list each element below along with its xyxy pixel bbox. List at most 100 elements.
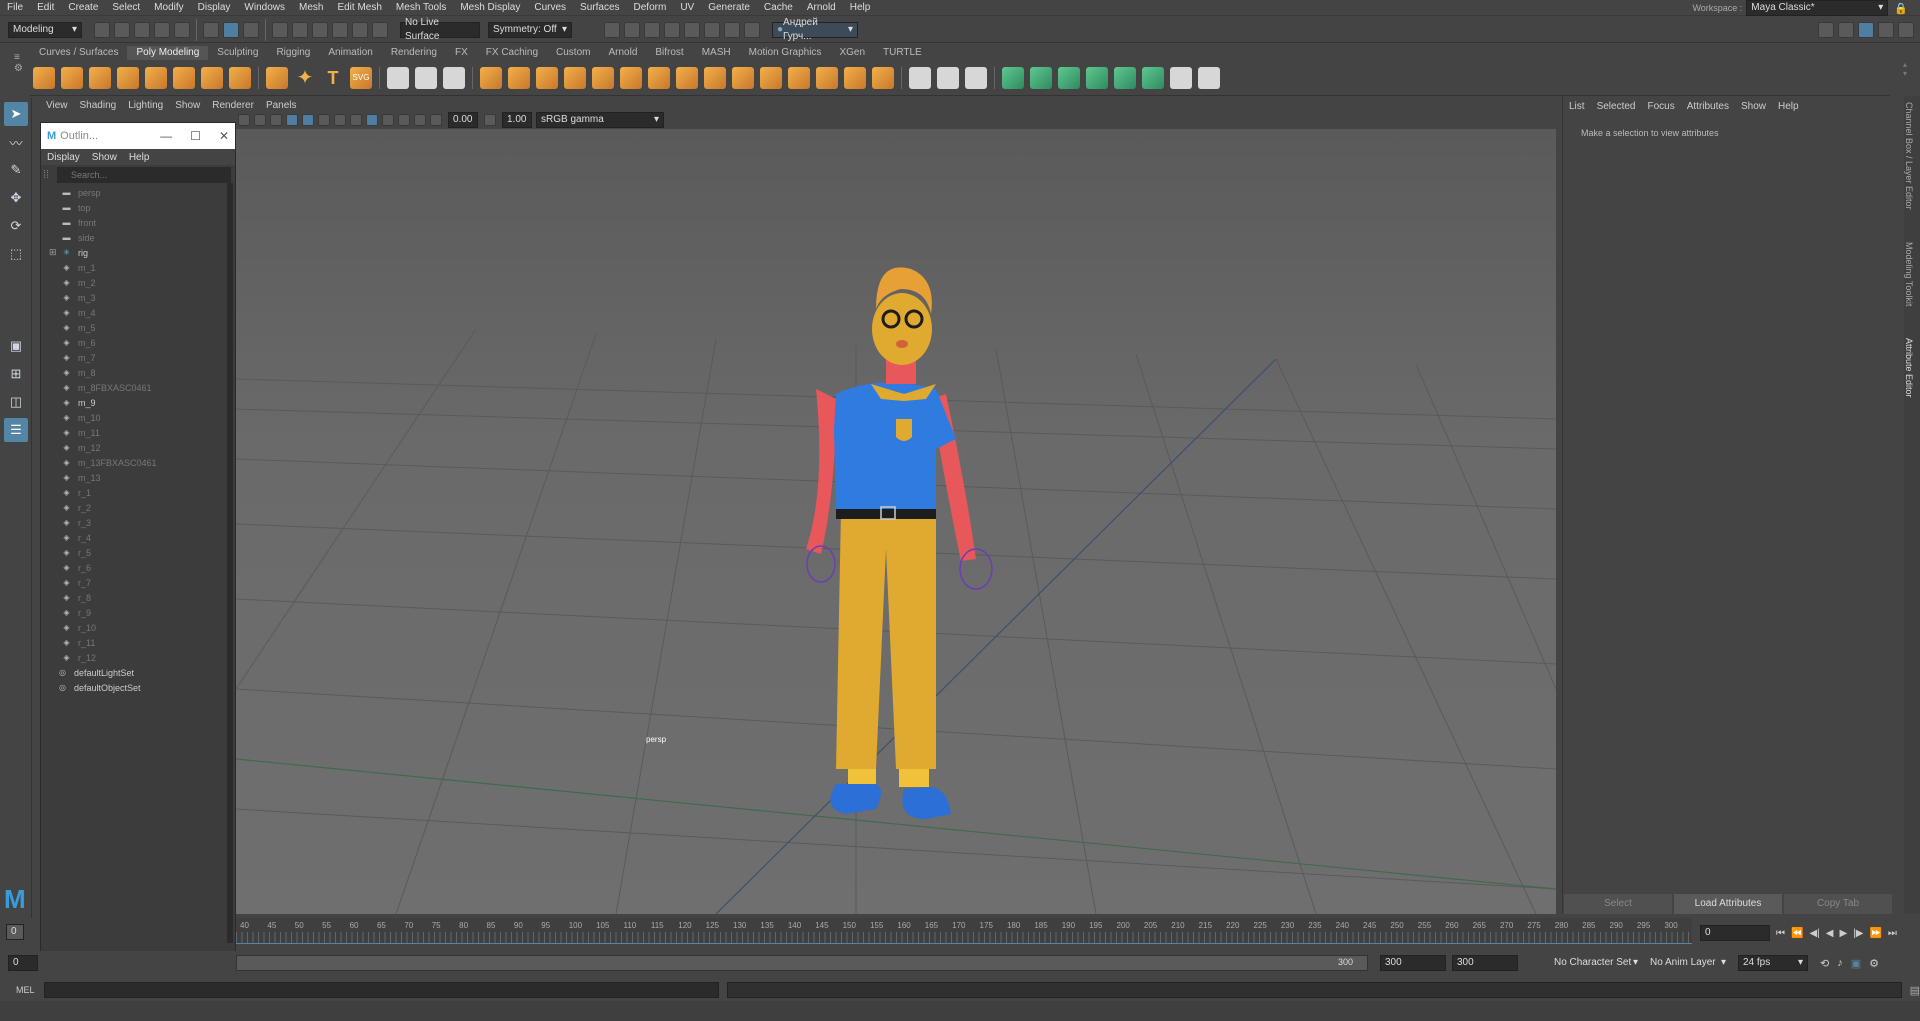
shelf-tab-arnold[interactable]: Arnold xyxy=(599,46,646,60)
menu-edit-mesh[interactable]: Edit Mesh xyxy=(330,0,388,16)
separate-icon[interactable] xyxy=(508,66,530,89)
hypershade-icon[interactable] xyxy=(684,21,700,38)
playback-end-field[interactable]: 300 xyxy=(1452,955,1518,971)
command-language-label[interactable]: MEL xyxy=(0,985,40,995)
outliner-item[interactable]: ◈ m_2 xyxy=(41,275,235,290)
delete-history-icon[interactable] xyxy=(1198,66,1220,89)
four-view-layout-icon[interactable]: ⊞ xyxy=(4,362,28,386)
quad-draw-icon[interactable] xyxy=(443,66,465,89)
outliner-item[interactable]: ◈ m_6 xyxy=(41,335,235,350)
color-space-dropdown[interactable]: sRGB gamma ▾ xyxy=(536,112,664,128)
extract-icon[interactable] xyxy=(536,66,558,89)
snap-curve-icon[interactable] xyxy=(292,21,308,38)
redo-icon[interactable] xyxy=(174,21,190,38)
start-frame-field[interactable]: 0 xyxy=(8,955,38,971)
target-weld-icon[interactable] xyxy=(965,66,987,89)
close-icon[interactable]: ✕ xyxy=(219,129,229,143)
menu-edit[interactable]: Edit xyxy=(30,0,61,16)
script-editor-icon[interactable]: ▤ xyxy=(1910,984,1920,997)
side-tab-modeling-toolkit[interactable]: Modeling Toolkit xyxy=(1904,236,1914,312)
exposure-field[interactable]: 0.00 xyxy=(448,112,478,128)
menu-mesh-tools[interactable]: Mesh Tools xyxy=(389,0,453,16)
play-back-icon[interactable]: ◀ xyxy=(1826,928,1834,939)
viewport-menu-panels[interactable]: Panels xyxy=(260,100,303,111)
outliner-item[interactable]: ◈ r_10 xyxy=(41,620,235,635)
isolate-select-icon[interactable] xyxy=(366,114,378,126)
shelf-tab-custom[interactable]: Custom xyxy=(547,46,599,60)
poly-cone-icon[interactable] xyxy=(117,66,139,89)
maximize-icon[interactable]: ☐ xyxy=(190,129,201,143)
type-text-icon[interactable]: T xyxy=(322,67,344,89)
snap-surface-icon[interactable] xyxy=(352,21,368,38)
step-back-icon[interactable]: ◀| xyxy=(1809,928,1819,939)
shelf-scroll-icon[interactable]: ▴ ▾ xyxy=(1903,60,1913,90)
viewport-menu-shading[interactable]: Shading xyxy=(74,100,123,111)
outliner-item[interactable]: ⊞ ✳ rig xyxy=(41,245,235,260)
menu-select[interactable]: Select xyxy=(105,0,147,16)
outliner-item[interactable]: ◈ r_3 xyxy=(41,515,235,530)
play-forward-icon[interactable]: ▶ xyxy=(1839,928,1847,939)
outliner-item[interactable]: ◈ m_13FBXASC0461 xyxy=(41,455,235,470)
select-hierarchy-icon[interactable] xyxy=(203,21,219,38)
shadows-icon[interactable] xyxy=(350,114,362,126)
attribute-editor-toggle-icon[interactable] xyxy=(1858,21,1874,38)
rotate-tool-icon[interactable]: ⟳ xyxy=(4,214,28,238)
shelf-tab-rigging[interactable]: Rigging xyxy=(267,46,319,60)
smooth-shade-icon[interactable] xyxy=(302,114,314,126)
super-shape-icon[interactable] xyxy=(266,66,288,89)
outliner-item[interactable]: ▬ front xyxy=(41,215,235,230)
fps-dropdown[interactable]: 24 fps ▾ xyxy=(1738,955,1808,971)
menu-cache[interactable]: Cache xyxy=(757,0,800,16)
step-back-key-icon[interactable]: ⏪ xyxy=(1791,928,1803,939)
smooth-icon[interactable] xyxy=(592,66,614,89)
command-input[interactable] xyxy=(43,982,720,998)
outliner-search-input[interactable]: Search... xyxy=(57,167,231,183)
side-by-side-layout-icon[interactable]: ◫ xyxy=(4,390,28,414)
make-live-icon[interactable] xyxy=(387,66,409,89)
outliner-item[interactable]: ◈ r_11 xyxy=(41,635,235,650)
outliner-item[interactable]: ◈ r_6 xyxy=(41,560,235,575)
bookmarks-icon[interactable] xyxy=(270,114,282,126)
attribute-menu-selected[interactable]: Selected xyxy=(1591,101,1642,112)
gamma-icon[interactable] xyxy=(484,114,496,126)
go-to-start-icon[interactable]: ⏮ xyxy=(1776,928,1785,939)
poly-torus-icon[interactable] xyxy=(145,66,167,89)
poly-cylinder-icon[interactable] xyxy=(89,66,111,89)
tool-settings-icon[interactable] xyxy=(1878,21,1894,38)
snap-grid-icon[interactable] xyxy=(272,21,288,38)
load-attributes-button[interactable]: Load Attributes xyxy=(1674,894,1782,914)
select-button[interactable]: Select xyxy=(1564,894,1672,914)
collapse-icon[interactable] xyxy=(872,66,894,89)
outliner-item[interactable]: ◈ m_9 xyxy=(41,395,235,410)
mode-dropdown[interactable]: Modeling ▾ xyxy=(8,21,82,38)
outliner-item[interactable]: ◎ defaultLightSet xyxy=(41,665,235,680)
outliner-item[interactable]: ◈ r_12 xyxy=(41,650,235,665)
bevel-icon[interactable] xyxy=(732,66,754,89)
select-object-icon[interactable] xyxy=(223,21,239,38)
outliner-item[interactable]: ◈ r_8 xyxy=(41,590,235,605)
attribute-menu-list[interactable]: List xyxy=(1563,101,1591,112)
outliner-item[interactable]: ◈ r_1 xyxy=(41,485,235,500)
time-slider[interactable]: 40 45 50 55 60 65 70 75 80 85 90 95 100 105 110 115 120 1… xyxy=(236,918,1692,944)
xray-icon[interactable] xyxy=(382,114,394,126)
outliner-item[interactable]: ◈ m_5 xyxy=(41,320,235,335)
render-settings-icon[interactable] xyxy=(664,21,680,38)
open-scene-icon[interactable] xyxy=(114,21,130,38)
channel-box-icon[interactable] xyxy=(1898,21,1914,38)
sweep-icon[interactable]: ✦ xyxy=(294,67,316,89)
render-view-icon[interactable] xyxy=(704,21,720,38)
poke-icon[interactable] xyxy=(816,66,838,89)
menu-windows[interactable]: Windows xyxy=(237,0,292,16)
poly-disc-icon[interactable] xyxy=(201,66,223,89)
attribute-menu-attributes[interactable]: Attributes xyxy=(1681,101,1735,112)
menu-curves[interactable]: Curves xyxy=(527,0,573,16)
snap-view-icon[interactable] xyxy=(332,21,348,38)
loop-icon[interactable]: ⟲ xyxy=(1820,957,1829,970)
shelf-tab-xgen[interactable]: XGen xyxy=(830,46,874,60)
menu-surfaces[interactable]: Surfaces xyxy=(573,0,626,16)
menu-mesh[interactable]: Mesh xyxy=(292,0,330,16)
select-camera-icon[interactable] xyxy=(238,114,250,126)
outliner-item[interactable]: ◈ r_2 xyxy=(41,500,235,515)
viewport-menu-renderer[interactable]: Renderer xyxy=(206,100,260,111)
menu-arnold[interactable]: Arnold xyxy=(800,0,843,16)
